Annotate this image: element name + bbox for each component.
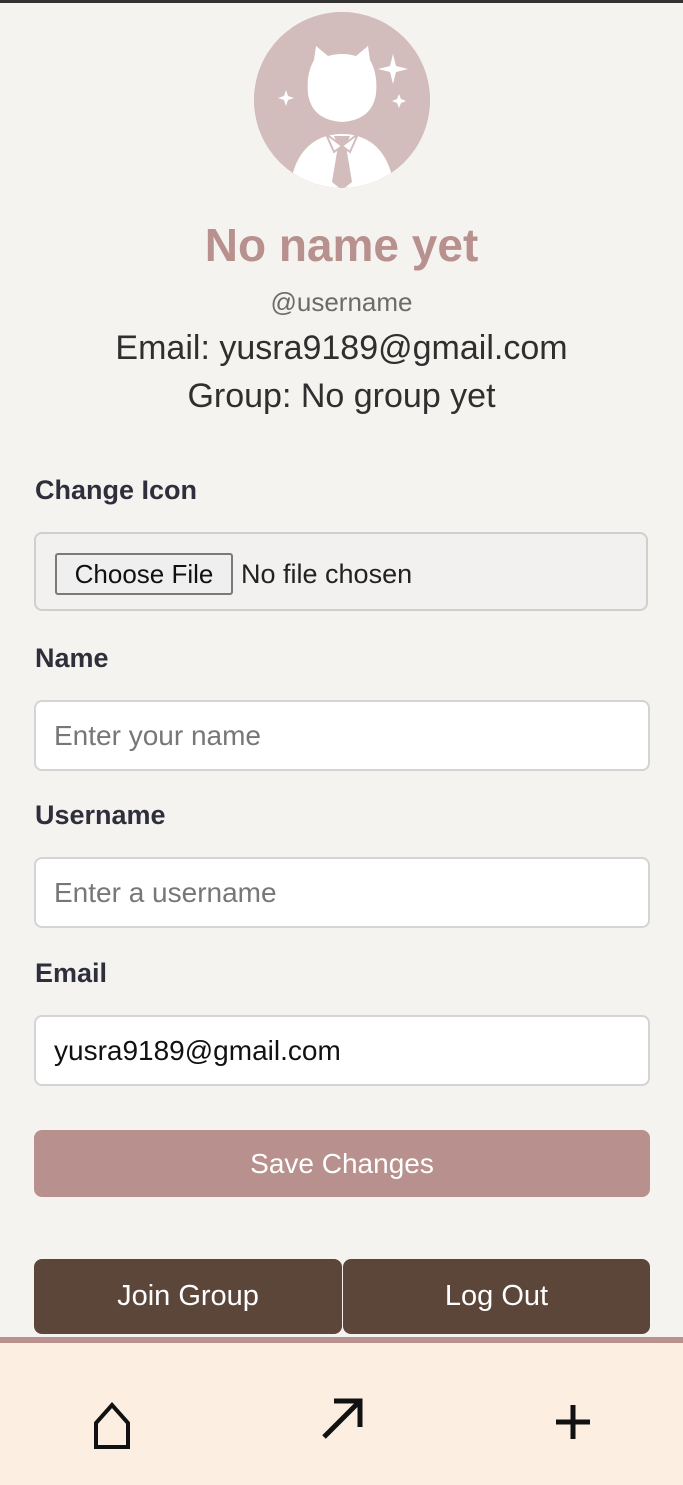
file-input: Choose File No file chosen (34, 532, 648, 611)
username-label: Username (35, 800, 166, 830)
log-out-button[interactable]: Log Out (343, 1259, 650, 1334)
email-info: Email: yusra9189@gmail.com (115, 329, 568, 367)
arrow-up-right-icon (322, 1398, 363, 1439)
display-name: No name yet (204, 219, 479, 271)
nav-home[interactable] (82, 1393, 142, 1453)
save-changes-button[interactable]: Save Changes (34, 1130, 650, 1197)
plus-icon (556, 1405, 590, 1439)
username-text: @username (270, 287, 413, 317)
nav-add[interactable] (543, 1393, 603, 1453)
nav-trending[interactable] (312, 1389, 372, 1449)
email-label: Email (35, 958, 108, 988)
cat-avatar-icon (254, 12, 430, 188)
username-field[interactable] (34, 857, 650, 928)
choose-file-button[interactable]: Choose File (55, 553, 233, 595)
name-label: Name (35, 643, 109, 673)
top-border (0, 0, 683, 3)
email-field[interactable] (34, 1015, 650, 1086)
home-icon (94, 1401, 130, 1449)
bottom-nav (0, 1343, 683, 1485)
group-info: Group: No group yet (187, 377, 496, 415)
file-status: No file chosen (241, 559, 413, 589)
join-group-button[interactable]: Join Group (34, 1259, 342, 1334)
name-field[interactable] (34, 700, 650, 771)
change-icon-label: Change Icon (35, 475, 198, 505)
avatar (254, 12, 430, 188)
